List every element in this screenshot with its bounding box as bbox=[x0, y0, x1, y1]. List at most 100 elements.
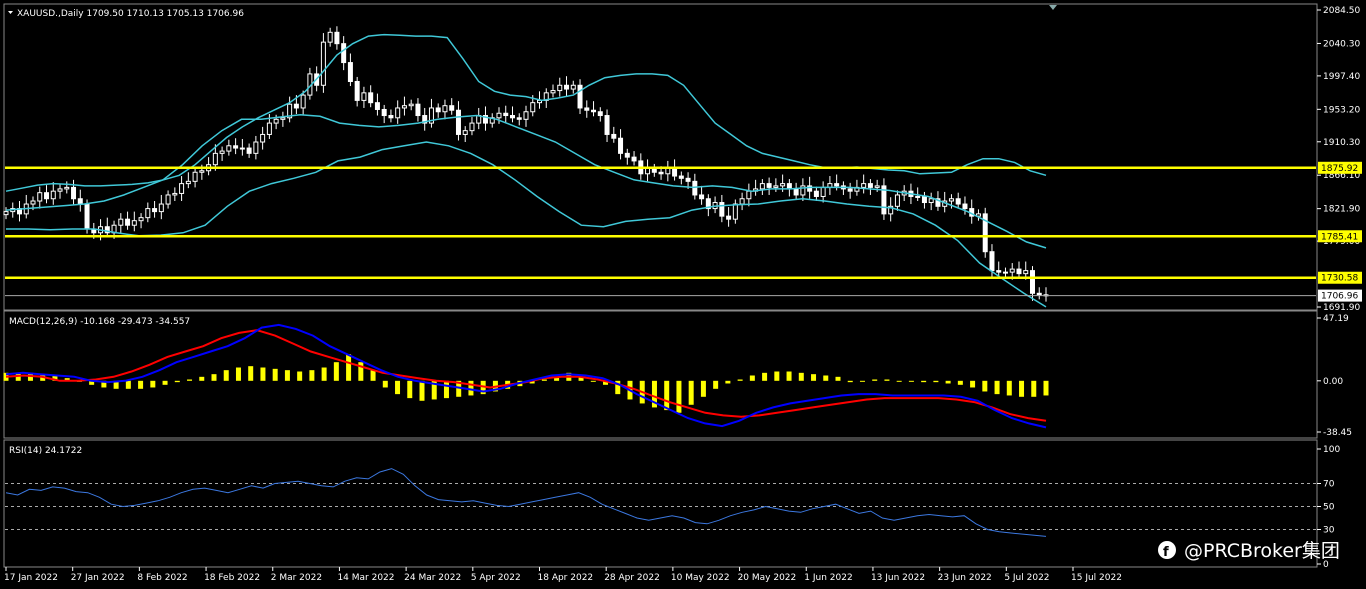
candle-body bbox=[591, 109, 597, 113]
macd-histogram-bar bbox=[921, 380, 927, 383]
candle-body bbox=[496, 112, 502, 119]
rsi-axis-label: 100 bbox=[1323, 445, 1340, 455]
time-axis-label: 20 May 2022 bbox=[738, 573, 797, 583]
macd-axis-label: -38.45 bbox=[1323, 428, 1352, 438]
candle-body bbox=[618, 137, 624, 154]
candle-body bbox=[273, 118, 279, 124]
candle-body bbox=[1002, 271, 1008, 274]
macd-histogram-bar bbox=[908, 380, 914, 382]
candle-body bbox=[921, 195, 927, 204]
candle-body bbox=[746, 190, 752, 200]
trading-chart[interactable]: 2084.502040.301997.401953.201910.301866.… bbox=[0, 0, 1366, 589]
price-panel[interactable] bbox=[3, 26, 1316, 308]
candle-body bbox=[611, 133, 617, 139]
candle-body bbox=[118, 218, 124, 226]
candle-body bbox=[631, 156, 637, 162]
candle-body bbox=[469, 122, 475, 132]
candle-body bbox=[239, 147, 245, 150]
candle-body bbox=[732, 203, 738, 220]
candle-body bbox=[915, 195, 921, 198]
bollinger-middle bbox=[5, 114, 1047, 249]
macd-histogram-bar bbox=[235, 367, 241, 381]
candle-body bbox=[260, 133, 266, 143]
time-axis-label: 5 Apr 2022 bbox=[471, 573, 521, 583]
candle-body bbox=[280, 117, 286, 120]
candle-body bbox=[71, 186, 77, 200]
time-axis-label: 23 Jun 2022 bbox=[938, 573, 992, 583]
rsi-panel[interactable] bbox=[5, 468, 1316, 537]
time-axis-label: 1 Jun 2022 bbox=[804, 573, 852, 583]
macd-histogram-bar bbox=[713, 380, 719, 389]
price-tag-label: 1785.41 bbox=[1321, 232, 1358, 242]
rsi-axis-label: 50 bbox=[1323, 503, 1335, 513]
macd-histogram-bar bbox=[138, 380, 144, 389]
candle-body bbox=[77, 198, 83, 205]
candle-body bbox=[948, 198, 954, 202]
macd-histogram-bar bbox=[786, 371, 792, 381]
candle-body bbox=[685, 177, 691, 182]
macd-histogram-bar bbox=[970, 380, 976, 388]
macd-panel[interactable] bbox=[3, 323, 1049, 429]
candle-body bbox=[334, 31, 340, 45]
macd-histogram-bar bbox=[382, 380, 388, 388]
candle-body bbox=[509, 115, 515, 119]
candle-body bbox=[368, 92, 374, 104]
macd-histogram-bar bbox=[248, 366, 254, 381]
macd-histogram-bar bbox=[896, 380, 902, 382]
macd-histogram-bar bbox=[1019, 380, 1025, 397]
macd-histogram-bar bbox=[187, 379, 193, 381]
macd-axis-label: 0.00 bbox=[1323, 377, 1343, 387]
macd-histogram-bar bbox=[811, 374, 817, 381]
macd-histogram-bar bbox=[346, 354, 352, 381]
time-axis-label: 2 Mar 2022 bbox=[271, 573, 322, 583]
candle-body bbox=[1009, 268, 1015, 273]
candle-body bbox=[1023, 270, 1029, 275]
candle-body bbox=[361, 92, 367, 101]
time-axis-label: 28 Apr 2022 bbox=[604, 573, 660, 583]
candle-body bbox=[955, 198, 961, 205]
macd-histogram-bar bbox=[945, 380, 951, 384]
macd-histogram-bar bbox=[590, 380, 596, 382]
candle-body bbox=[597, 111, 603, 117]
macd-histogram-bar bbox=[762, 372, 768, 381]
price-axis-label: 1910.30 bbox=[1323, 138, 1360, 148]
candle-body bbox=[462, 130, 468, 135]
macd-histogram-bar bbox=[162, 380, 168, 385]
time-axis-label: 27 Jan 2022 bbox=[71, 573, 125, 583]
candle-body bbox=[577, 84, 583, 109]
candle-body bbox=[739, 198, 745, 205]
axis-labels: 2084.502040.301997.401953.201910.301866.… bbox=[4, 6, 1362, 583]
shift-marker-icon[interactable] bbox=[1049, 5, 1057, 10]
symbol-menu-icon[interactable] bbox=[8, 11, 13, 14]
price-axis-label: 1821.90 bbox=[1323, 205, 1360, 215]
macd-histogram-bar bbox=[1031, 380, 1037, 397]
macd-histogram-bar bbox=[1043, 380, 1049, 396]
candle-body bbox=[354, 80, 360, 101]
macd-histogram-bar bbox=[272, 368, 278, 381]
candle-body bbox=[861, 183, 867, 188]
candle-body bbox=[388, 115, 394, 119]
candle-body bbox=[645, 167, 651, 175]
candle-body bbox=[172, 192, 178, 196]
candle-body bbox=[158, 203, 164, 213]
candle-body bbox=[719, 202, 725, 217]
candle-body bbox=[381, 108, 387, 117]
macd-histogram-bar bbox=[211, 374, 217, 381]
candle-body bbox=[192, 171, 198, 182]
candle-body bbox=[57, 188, 63, 192]
macd-histogram-bar bbox=[407, 380, 413, 399]
candle-body bbox=[820, 186, 826, 197]
time-axis-label: 14 Mar 2022 bbox=[337, 573, 394, 583]
macd-histogram-bar bbox=[737, 379, 743, 381]
rsi-line bbox=[5, 468, 1047, 537]
macd-histogram-bar bbox=[749, 375, 755, 381]
candle-body bbox=[293, 103, 299, 109]
candle-body bbox=[44, 192, 50, 200]
macd-histogram-bar bbox=[798, 372, 804, 381]
macd-histogram-bar bbox=[884, 379, 890, 381]
time-axis-label: 18 Feb 2022 bbox=[204, 573, 260, 583]
candle-body bbox=[570, 84, 576, 90]
candle-body bbox=[179, 183, 185, 194]
macd-histogram-bar bbox=[260, 367, 266, 381]
rsi-axis-label: 30 bbox=[1323, 526, 1335, 536]
